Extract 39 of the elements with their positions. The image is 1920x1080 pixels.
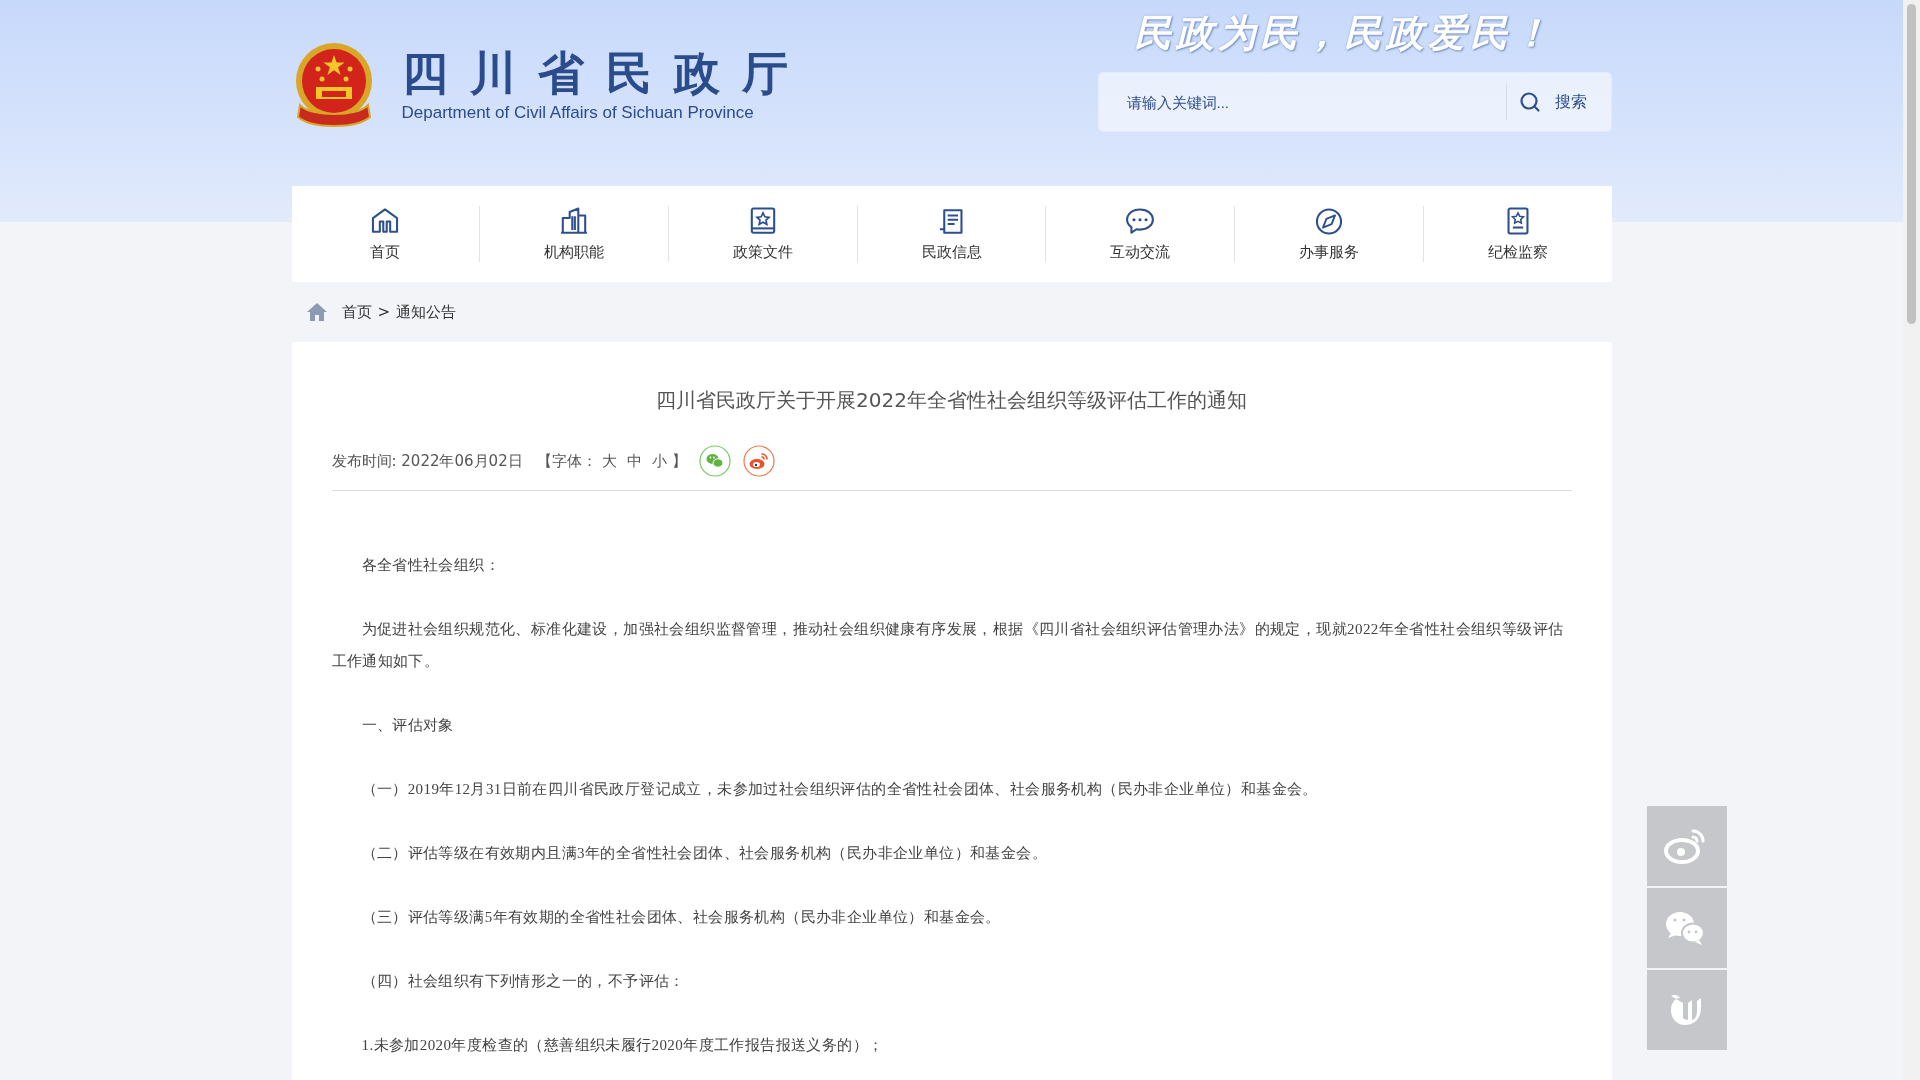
paragraph: （一）2019年12月31日前在四川省民政厅登记成立，未参加过社会组织评估的全省性社会团体、社会服务机构（民办非企业单位）和基金会。 bbox=[360, 780, 1319, 799]
paragraph: 各全省性社会组织： bbox=[360, 556, 502, 575]
nav-item[interactable]: 政策文件 bbox=[667, 206, 857, 262]
nav-item[interactable]: 互动交流 bbox=[1045, 206, 1235, 262]
font-size-link[interactable]: 小 bbox=[651, 451, 667, 471]
nav-item[interactable]: 民政信息 bbox=[856, 206, 1046, 262]
search-field[interactable]: 请输入关键词... 搜索 bbox=[1097, 72, 1612, 132]
nav-item[interactable]: 纪检监察 bbox=[1422, 206, 1612, 262]
search-icon bbox=[1518, 91, 1541, 113]
article-title: 四川省民政厅关于开展2022年全省性社会组织等级评估工作的通知 bbox=[655, 387, 1248, 414]
breadcrumb-link[interactable]: 通知公告 bbox=[396, 302, 457, 322]
paragraph: （二）评估等级在有效期内且满3年的全省性社会团体、社会服务机构（民办非企业单位）和基金会。 bbox=[360, 844, 1048, 863]
site-title: 四川省民政厅 bbox=[401, 47, 810, 99]
site-subtitle: Department of Civil Affairs of Sichuan Province bbox=[401, 103, 755, 123]
nav-item[interactable]: 首页 bbox=[291, 206, 480, 262]
share-button[interactable] bbox=[1647, 970, 1727, 1050]
font-size-link[interactable]: 大 bbox=[601, 451, 617, 471]
nav-item[interactable]: 办事服务 bbox=[1234, 206, 1423, 262]
paragraph: （三）评估等级满5年有效期的全省性社会团体、社会服务机构（民办非企业单位）和基金会。 bbox=[360, 908, 1002, 927]
share-button[interactable] bbox=[1647, 806, 1727, 886]
slogan-text: 民政为民，民政爱民！ bbox=[1133, 9, 1554, 57]
font-size-link[interactable]: 中 bbox=[626, 451, 642, 471]
wechat-icon[interactable] bbox=[698, 445, 731, 477]
paragraph: 1.未参加2020年度检查的（慈善组织未履行2020年度工作报告报送义务的）； bbox=[360, 1036, 885, 1055]
scrollbar[interactable] bbox=[1903, 0, 1920, 1080]
breadcrumb-separator: > bbox=[377, 303, 391, 321]
search-button[interactable]: 搜索 bbox=[1506, 91, 1587, 113]
paragraph: 一、评估对象 bbox=[360, 716, 455, 735]
home-icon bbox=[305, 302, 328, 322]
share-button[interactable] bbox=[1647, 888, 1727, 968]
scrollbar-thumb[interactable] bbox=[1907, 4, 1916, 324]
publish-date: 发布时间: 2022年06月02日 bbox=[331, 451, 523, 471]
paragraph: （四）社会组织有下列情形之一的，不予评估： bbox=[360, 972, 686, 991]
weibo-icon[interactable] bbox=[742, 445, 775, 477]
font-size-label-end: 】 bbox=[671, 451, 687, 471]
breadcrumb-link[interactable]: 首页 bbox=[341, 302, 372, 322]
nav-item[interactable]: 机构职能 bbox=[479, 206, 668, 262]
font-size-label: 【字体： bbox=[536, 451, 597, 471]
paragraph: 为促进社会组织规范化、标准化建设，加强社会组织监督管理，推动社会组织健康有序发展，根据《四川省社会组织评估管理办法》的规定，现就2022年全省性社会组织等级评估工作通知如下。 bbox=[331, 620, 1565, 671]
